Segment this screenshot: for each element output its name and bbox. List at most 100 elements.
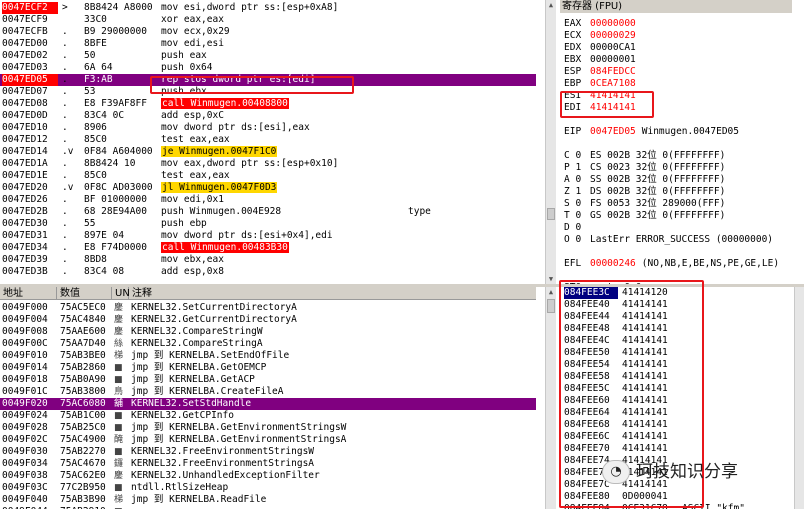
stack-row[interactable]: 084FEE84 0CE31C78 ASCII "kfm" (556, 503, 796, 509)
register-line[interactable] (564, 114, 596, 126)
dump-row[interactable]: 0049F024 75AB1C00 ■ KERNEL32.GetCPInfo (0, 410, 536, 422)
register-line[interactable]: EDX 00000CA1 (564, 42, 642, 54)
stack-row[interactable]: 084FEE54 41414141 (556, 359, 796, 371)
stack-row[interactable]: 084FEE68 41414141 (556, 419, 796, 431)
register-line[interactable]: C 0 ES 002B 32位 0(FFFFFFFF) (564, 150, 731, 162)
disasm-row[interactable]: 0047ECFB. B9 29000000 mov ecx,0x29 (0, 26, 536, 38)
register-line[interactable]: ESI 41414141 (564, 90, 642, 102)
register-line[interactable]: EIP 0047ED05 Winmugen.0047ED05 (564, 126, 739, 138)
scroll-down-arrow-icon[interactable]: ▼ (546, 274, 556, 284)
dump-row[interactable]: 0049F00C 75AA7D40 絲 KERNEL32.CompareStringA (0, 338, 536, 350)
disasm-row[interactable]: 0047ED2B. 68 28E94A00 push Winmugen.004E92… (0, 206, 536, 218)
register-line[interactable]: P 1 CS 0023 32位 0(FFFFFFFF) (564, 162, 731, 174)
register-line[interactable]: EDI 41414141 (564, 102, 642, 114)
disasm-row[interactable]: 0047ED08. E8 F39AF8FF call Winmugen.004088… (0, 98, 536, 110)
disasm-row[interactable]: 0047ED02. 50 push eax (0, 50, 536, 62)
dump-row[interactable]: 0049F004 75AC4840 鏖 KERNEL32.GetCurrentDire… (0, 314, 536, 326)
stack-row[interactable]: 084FEE70 41414141 (556, 443, 796, 455)
disasm-row[interactable]: 0047ED26. BF 01000000 mov edi,0x1 (0, 194, 536, 206)
dump-comment: jmp 到 KERNELBA.GetOEMCP (131, 362, 267, 373)
register-line[interactable]: S 0 FS 0053 32位 289000(FFF) (564, 198, 731, 210)
disasm-row[interactable]: 0047ECF2 >8B8424 A8000 mov esi,dword ptr s… (0, 2, 536, 14)
dump-row[interactable]: 0049F038 75AC62E0 鏖 KERNEL32.UnhandledExcep… (0, 470, 536, 482)
stack-row[interactable]: 084FEE48 41414141 (556, 323, 796, 335)
disasm-row[interactable]: 0047ED20 .v 0F8C AD03000 jl Winmugen.0047F0… (0, 182, 536, 194)
dump-row[interactable]: 0049F010 75AB3BE0 梯 jmp 到 KERNELBA.SetEndOf… (0, 350, 536, 362)
disasm-row[interactable]: 0047ED0D. 83C4 0C add esp,0xC (0, 110, 536, 122)
stack-row[interactable]: 084FEE58 41414141 (556, 371, 796, 383)
disasm-row[interactable]: 0047ED1E. 85C0 test eax,eax (0, 170, 536, 182)
dump-row[interactable]: 0049F008 75AAE600 鏖 KERNEL32.CompareStringW (0, 326, 536, 338)
register-value: LastErr ERROR_SUCCESS (00000000) (590, 234, 774, 245)
register-line[interactable] (564, 138, 596, 150)
stack-row[interactable]: 084FEE44 41414141 (556, 311, 796, 323)
register-line[interactable] (564, 270, 596, 282)
register-line[interactable]: O 0 LastErr ERROR_SUCCESS (00000000) (564, 234, 779, 246)
dump-row[interactable]: 0049F030 75AB2270 ■ KERNEL32.FreeEnvironmen… (0, 446, 536, 458)
stack-row[interactable]: 084FEE64 41414141 (556, 407, 796, 419)
register-line[interactable] (564, 246, 596, 258)
register-line[interactable]: EBP 0CEA7108 (564, 78, 642, 90)
dump-row[interactable]: 0049F014 75AB2860 ■ jmp 到 KERNELBA.GetOEMCP (0, 362, 536, 374)
disasm-hex: BF 01000000 (84, 194, 147, 205)
dump-row[interactable]: 0049F000 75AC5EC0 鏖 KERNEL32.SetCurrentDire… (0, 302, 536, 314)
disasm-row[interactable]: 0047ED39. 8BD8 mov ebx,eax (0, 254, 536, 266)
disasm-instruction-text: push eax (161, 50, 207, 61)
dump-header-value[interactable]: 数值 (57, 287, 112, 300)
scroll-up-arrow-icon[interactable]: ▲ (546, 287, 556, 297)
register-line[interactable]: T 0 GS 002B 32位 0(FFFFFFFF) (564, 210, 731, 222)
dump-row[interactable]: 0049F01C 75AB3800 鳥 jmp 到 KERNELBA.CreateFi… (0, 386, 536, 398)
dump-row[interactable]: 0049F034 75AC4670 鑼 KERNEL32.FreeEnvironmen… (0, 458, 536, 470)
dump-header-unicode[interactable]: UN (112, 287, 130, 300)
registers-pane[interactable]: 寄存器 (FPU) EAX 00000000 ECX 00000029 EDX 00000… (556, 0, 804, 284)
stack-row[interactable]: 084FEE40 41414141 (556, 299, 796, 311)
disasm-instruction: mov eax,dword ptr ss:[esp+0x10] (161, 158, 401, 170)
scrollbar-thumb[interactable] (547, 299, 555, 313)
disasm-address: 0047ED0D (2, 110, 48, 121)
dump-header-address[interactable]: 地址 (0, 287, 57, 300)
dump-row[interactable]: 0049F040 75AB3B90 梯 jmp 到 KERNELBA.ReadFile (0, 494, 536, 506)
disasm-row[interactable]: 0047ECF9 33C0 xor eax,eax (0, 14, 536, 26)
register-line[interactable]: EBX 00000001 (564, 54, 642, 66)
disasm-row[interactable]: 0047ED03. 6A 64 push 0x64 (0, 62, 536, 74)
stack-row[interactable]: 084FEE50 41414141 (556, 347, 796, 359)
register-line[interactable]: A 0 SS 002B 32位 0(FFFFFFFF) (564, 174, 731, 186)
stack-row[interactable]: 084FEE6C 41414141 (556, 431, 796, 443)
stack-row[interactable]: 084FEE5C 41414141 (556, 383, 796, 395)
dump-row[interactable]: 0049F028 75AB25C0 ■ jmp 到 KERNELBA.GetEnvir… (0, 422, 536, 434)
register-line[interactable]: EFL 00000246 (NO,NB,E,BE,NS,PE,GE,LE) (564, 258, 779, 270)
disasm-instruction: mov edi,0x1 (161, 194, 401, 206)
memory-dump-pane[interactable]: 地址 数值 UN 注释 0049F000 75AC5EC0 鏖 KERNEL32.Se… (0, 287, 545, 509)
dump-row[interactable]: 0049F018 75AB0A90 ■ jmp 到 KERNELBA.GetACP (0, 374, 536, 386)
dump-scrollbar[interactable]: ▲ (545, 287, 556, 509)
disasm-row[interactable]: 0047ED00. 8BFE mov edi,esi (0, 38, 536, 50)
disasm-row[interactable]: 0047ED34. E8 F74D0000 call Winmugen.00483B… (0, 242, 536, 254)
disasm-row[interactable]: 0047ED31. 897E 04 mov dword ptr ds:[esi+0x… (0, 230, 536, 242)
disasm-row[interactable]: 0047ED05. F3:AB rep stos dword ptr es:[edi… (0, 74, 536, 86)
disasm-row[interactable]: 0047ED14 .v 0F84 A604000 je Winmugen.0047F1… (0, 146, 536, 158)
scroll-up-arrow-icon[interactable]: ▲ (546, 0, 556, 10)
scrollbar-thumb[interactable] (547, 208, 555, 220)
dump-header-comment[interactable]: 注释 (129, 287, 536, 300)
dump-row[interactable]: 0049F03C 77C2B950 ■ ntdll.RtlSizeHeap (0, 482, 536, 494)
stack-row[interactable]: 084FEE60 41414141 (556, 395, 796, 407)
disasm-row[interactable]: 0047ED12. 85C0 test eax,eax (0, 134, 536, 146)
dump-row[interactable]: 0049F020 75AC6080 舖 KERNEL32.SetStdHandle (0, 398, 536, 410)
stack-row[interactable]: 084FEE4C 41414141 (556, 335, 796, 347)
dump-row[interactable]: 0049F02C 75AC4900 醃 jmp 到 KERNELBA.GetEnvir… (0, 434, 536, 446)
disasm-instruction: add esp,0xC (161, 110, 401, 122)
disassembly-scrollbar[interactable]: ▲ ▼ (545, 0, 556, 284)
stack-row[interactable]: 084FEE80 0D000041 (556, 491, 796, 503)
register-line[interactable]: Z 1 DS 002B 32位 0(FFFFFFFF) (564, 186, 731, 198)
disasm-row[interactable]: 0047ED10. 8906 mov dword ptr ds:[esi],eax (0, 122, 536, 134)
disasm-row[interactable]: 0047ED07. 53 push ebx (0, 86, 536, 98)
register-line[interactable]: ESP 084FEDCC (564, 66, 642, 78)
disasm-row[interactable]: 0047ED30. 55 push ebp (0, 218, 536, 230)
disasm-row[interactable]: 0047ED3B. 83C4 08 add esp,0x8 (0, 266, 536, 278)
disasm-row[interactable]: 0047ED1A. 8B8424 10 mov eax,dword ptr ss:[… (0, 158, 536, 170)
register-line[interactable]: D 0 (564, 222, 596, 234)
register-line[interactable]: EAX 00000000 (564, 18, 642, 30)
stack-row[interactable]: 084FEE3C 41414120 (556, 287, 796, 299)
disassembly-pane[interactable]: 0047ECF2 >8B8424 A8000 mov esi,dword ptr s… (0, 0, 545, 284)
register-line[interactable]: ECX 00000029 (564, 30, 642, 42)
